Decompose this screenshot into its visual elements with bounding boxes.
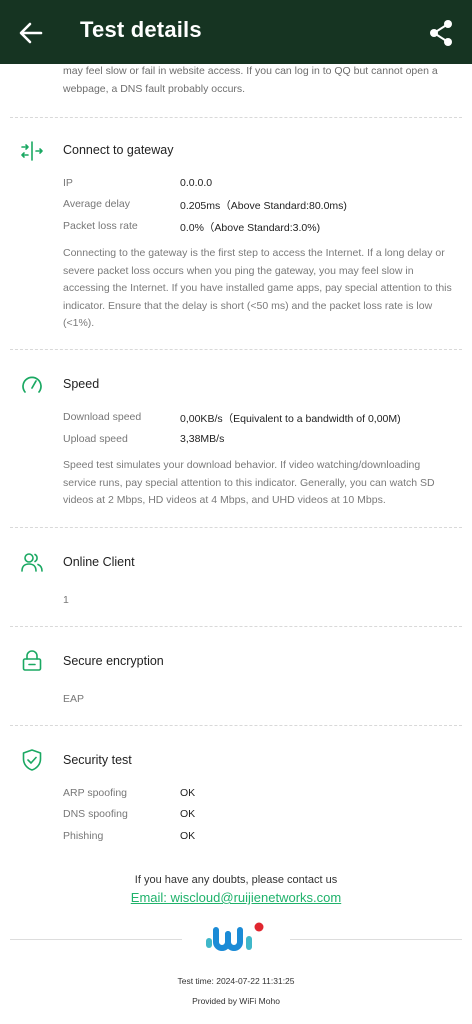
kv-key: ARP spoofing: [63, 787, 128, 799]
footer-divider-left: [10, 939, 182, 940]
footer-divider-right: [290, 939, 462, 940]
provided-by: Provided by WiFi Moho: [192, 996, 280, 1006]
section-title-speed: Speed: [63, 377, 100, 391]
contact-text: If you have any doubts, please contact u…: [134, 874, 338, 886]
gateway-description: Connecting to the gateway is the first s…: [63, 247, 452, 329]
kv-key: Packet loss rate: [63, 220, 138, 232]
speedometer-icon: [22, 376, 42, 393]
kv-value: 3,38MB/s: [180, 433, 225, 445]
share-icon[interactable]: [428, 19, 454, 47]
kv-key: DNS spoofing: [63, 808, 128, 820]
section-title-encryption: Secure encryption: [63, 654, 164, 668]
kv-value: OK: [180, 787, 196, 799]
section-title-security: Security test: [63, 753, 132, 767]
kv-key: Phishing: [63, 830, 104, 842]
divider: [10, 626, 462, 627]
gateway-icon: [21, 141, 43, 161]
divider: [10, 117, 462, 118]
test-time: Test time: 2024-07-22 11:31:25: [177, 976, 295, 986]
kv-value: OK: [180, 830, 196, 842]
divider: [10, 725, 462, 726]
kv-value: 0,00KB/s（Equivalent to a bandwidth of 0,…: [180, 413, 401, 425]
lock-icon: [22, 650, 42, 671]
online-client-count: 1: [63, 594, 69, 606]
kv-value: 0.0.0.0: [180, 177, 213, 189]
wifi-moho-logo: [206, 922, 264, 951]
divider: [10, 349, 462, 350]
page-title: Test details: [80, 17, 202, 42]
kv-value: OK: [180, 808, 196, 820]
kv-value: 0.0%（Above Standard:3.0%): [180, 222, 321, 234]
divider: [10, 527, 462, 528]
users-icon: [21, 553, 43, 572]
kv-key: Download speed: [63, 411, 142, 423]
arrow-left-icon[interactable]: [18, 20, 44, 46]
kv-value: 0.205ms（Above Standard:80.0ms): [180, 200, 347, 212]
section-title-online-client: Online Client: [63, 555, 135, 569]
email-link[interactable]: Email: wiscloud@ruijienetworks.com: [0, 890, 472, 905]
speed-description: Speed test simulates your download behav…: [63, 459, 435, 506]
kv-key: Average delay: [63, 198, 130, 210]
section-title-gateway: Connect to gateway: [63, 143, 174, 157]
shield-check-icon: [22, 749, 42, 771]
kv-key: Upload speed: [63, 433, 128, 445]
encryption-value: EAP: [63, 693, 85, 705]
intro-text: may feel slow or fail in website access.…: [63, 65, 438, 95]
app-bar: Test details: [0, 0, 472, 64]
kv-key: IP: [63, 177, 73, 189]
